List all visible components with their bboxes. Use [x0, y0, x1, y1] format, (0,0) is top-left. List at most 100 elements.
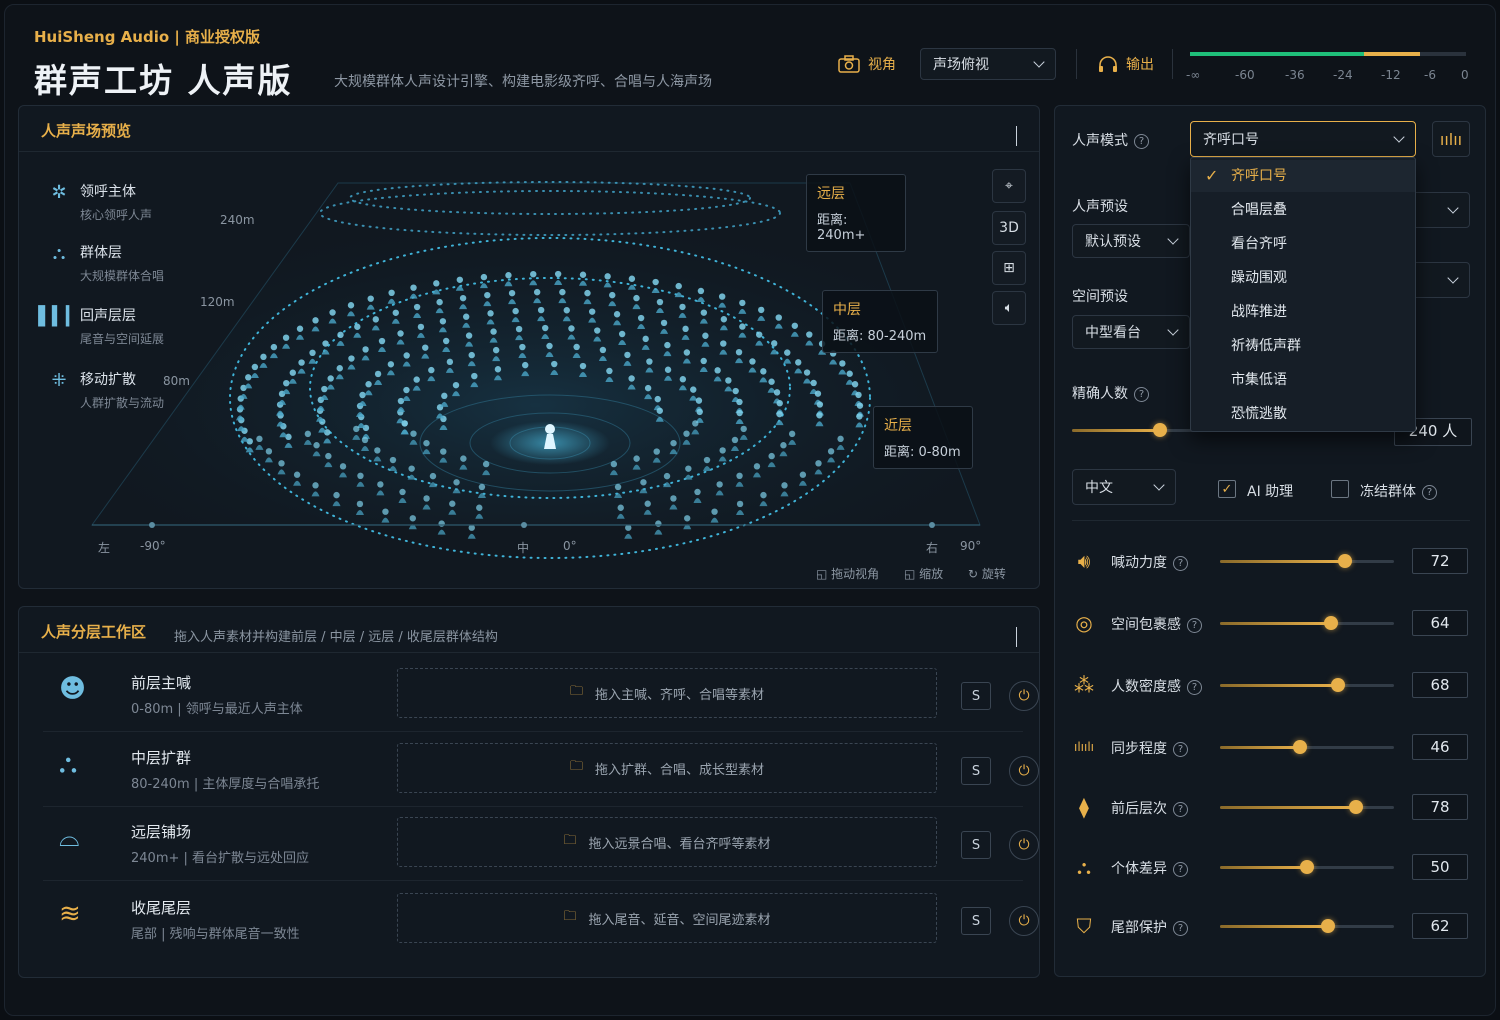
distance-label: 120m: [200, 295, 235, 309]
slider-knob[interactable]: [1300, 860, 1314, 874]
param-slider[interactable]: [1220, 740, 1394, 754]
help-icon[interactable]: ?: [1173, 801, 1188, 817]
meter-tick: -∞: [1186, 68, 1201, 82]
layers-header: 人声分层工作区 拖入人声素材并构建前层 / 中层 / 远层 / 收尾层群体结构: [19, 607, 1039, 653]
help-icon[interactable]: ?: [1173, 861, 1188, 877]
slider-knob[interactable]: [1348, 800, 1363, 814]
param-value[interactable]: 64: [1412, 610, 1468, 636]
param-value[interactable]: 68: [1412, 672, 1468, 698]
help-icon[interactable]: ?: [1134, 133, 1149, 149]
mode-option[interactable]: 战阵推进: [1191, 296, 1415, 328]
chevron-down-icon: [1167, 324, 1179, 336]
check-icon: ✓: [1205, 166, 1219, 185]
param-slider[interactable]: [1220, 919, 1394, 933]
zone-distance: 距离: 80-240m: [833, 329, 927, 344]
drop-zone[interactable]: 🗀 拖入尾音、延音、空间尾迹素材: [397, 893, 937, 943]
drop-zone[interactable]: 🗀 拖入主喊、齐呼、合唱等素材: [397, 668, 937, 718]
zone-distance: 距离: 0-80m: [884, 445, 961, 460]
param-label: 人数密度感?: [1111, 676, 1202, 696]
axis-center: 中: [517, 541, 530, 555]
audio-preview-button[interactable]: 🔈︎: [992, 291, 1026, 325]
zone-far: 远层 距离: 240m+: [806, 174, 906, 252]
mode-option[interactable]: ✓ 齐呼口号: [1191, 160, 1415, 192]
waveform-button[interactable]: ıılıı: [1432, 121, 1470, 157]
param-slider[interactable]: [1220, 800, 1394, 814]
collapse-button[interactable]: [1016, 126, 1017, 146]
ai-assist-checkbox[interactable]: ✓: [1218, 480, 1236, 498]
power-button[interactable]: ⏻: [1009, 756, 1039, 786]
view-3d-button[interactable]: 3D: [992, 211, 1026, 245]
power-button[interactable]: ⏻: [1009, 906, 1039, 936]
solo-button[interactable]: S: [961, 907, 991, 935]
mode-option[interactable]: 祈祷低声群: [1191, 330, 1415, 362]
freeze-checkbox[interactable]: [1331, 480, 1349, 498]
slider-knob[interactable]: [1152, 423, 1167, 437]
param-slider[interactable]: [1220, 554, 1394, 568]
mode-select[interactable]: 齐呼口号: [1190, 121, 1416, 157]
layer-row: ☻ 前层主喊 0-80m | 领呼与最近人声主体 🗀 拖入主喊、齐呼、合唱等素材 …: [43, 658, 1039, 732]
param-slider[interactable]: [1220, 616, 1394, 630]
slider-knob[interactable]: [1293, 740, 1308, 754]
help-icon[interactable]: ?: [1173, 920, 1188, 936]
chevron-up-icon: [1016, 627, 1017, 647]
solo-button[interactable]: S: [961, 682, 991, 710]
solo-button[interactable]: S: [961, 831, 991, 859]
group-icon: ⛬: [59, 749, 78, 779]
collapse-button[interactable]: [1016, 627, 1017, 647]
language-select[interactable]: 中文: [1072, 469, 1176, 505]
power-icon: ⏻: [1018, 913, 1030, 929]
view-control[interactable]: 视角: [838, 54, 896, 74]
check-icon: ✓: [1221, 481, 1233, 497]
preview-header: 人声声场预览: [19, 106, 1039, 152]
mode-option[interactable]: 恐慌逃散: [1191, 398, 1415, 430]
help-icon[interactable]: ?: [1187, 617, 1202, 633]
app-title: 群声工坊 人声版: [34, 61, 293, 100]
legend-echo: ▌▍▎ 回声层层 尾音与空间延展: [38, 305, 164, 347]
space-label: 空间预设: [1072, 289, 1128, 305]
help-icon[interactable]: ?: [1173, 741, 1188, 757]
grid-icon: ⊞: [1003, 260, 1015, 276]
help-icon[interactable]: ?: [1134, 386, 1149, 402]
preset-select[interactable]: 默认预设: [1072, 224, 1190, 258]
divider: [1076, 49, 1077, 79]
power-button[interactable]: ⏻: [1009, 681, 1039, 711]
view-select[interactable]: 声场俯视: [920, 48, 1056, 80]
mode-option[interactable]: 躁动围观: [1191, 262, 1415, 294]
param-value[interactable]: 46: [1412, 734, 1468, 760]
drop-zone-label: 拖入主喊、齐呼、合唱等素材: [595, 687, 765, 703]
power-button[interactable]: ⏻: [1009, 830, 1039, 860]
grid-view-button[interactable]: ⊞: [992, 251, 1026, 285]
hint-drag: ◱ 拖动视角: [816, 567, 880, 581]
mode-option[interactable]: 合唱层叠: [1191, 194, 1415, 226]
param-value[interactable]: 50: [1412, 854, 1468, 880]
recenter-button[interactable]: ⌖: [992, 169, 1026, 203]
wave-tail-icon: ≋: [59, 899, 81, 929]
layer-row: ⛬ 中层扩群 80-240m | 主体厚度与合唱承托 🗀 拖入扩群、合唱、成长型素…: [43, 733, 1039, 807]
solo-button[interactable]: S: [961, 757, 991, 785]
space-select[interactable]: 中型看台: [1072, 315, 1190, 349]
divider: [1172, 49, 1173, 79]
param-value[interactable]: 72: [1412, 548, 1468, 574]
param-value[interactable]: 62: [1412, 913, 1468, 939]
help-icon[interactable]: ?: [1173, 555, 1188, 571]
camera-icon: [838, 55, 860, 73]
drop-zone[interactable]: 🗀 拖入扩群、合唱、成长型素材: [397, 743, 937, 793]
param-label: 空间包裹感?: [1111, 614, 1202, 634]
help-icon[interactable]: ?: [1422, 484, 1437, 500]
sound-field-stage[interactable]: ✲ 领呼主体 核心领呼人声 ⛬ 群体层 大规模群体合唱 ▌▍▎ 回声层层 尾音与空间延…: [20, 153, 1040, 589]
waveform-icon: ıılıı: [1439, 129, 1463, 149]
help-icon[interactable]: ?: [1187, 679, 1202, 695]
view-select-value: 声场俯视: [933, 57, 989, 73]
slider-knob[interactable]: [1320, 919, 1335, 933]
param-slider[interactable]: [1220, 860, 1394, 874]
drop-zone[interactable]: 🗀 拖入远景合唱、看台齐呼等素材: [397, 817, 937, 867]
output-control[interactable]: 输出: [1098, 54, 1154, 74]
mode-option[interactable]: 看台齐呼: [1191, 228, 1415, 260]
drop-zone-label: 拖入尾音、延音、空间尾迹素材: [588, 912, 771, 928]
param-slider[interactable]: [1220, 678, 1394, 692]
mode-option[interactable]: 市集低语: [1191, 364, 1415, 396]
layer-desc: 80-240m | 主体厚度与合唱承托: [131, 777, 320, 792]
zone-mid: 中层 距离: 80-240m: [822, 290, 938, 353]
brand-label: HuiSheng Audio | 商业授权版: [34, 28, 261, 46]
param-value[interactable]: 78: [1412, 794, 1468, 820]
